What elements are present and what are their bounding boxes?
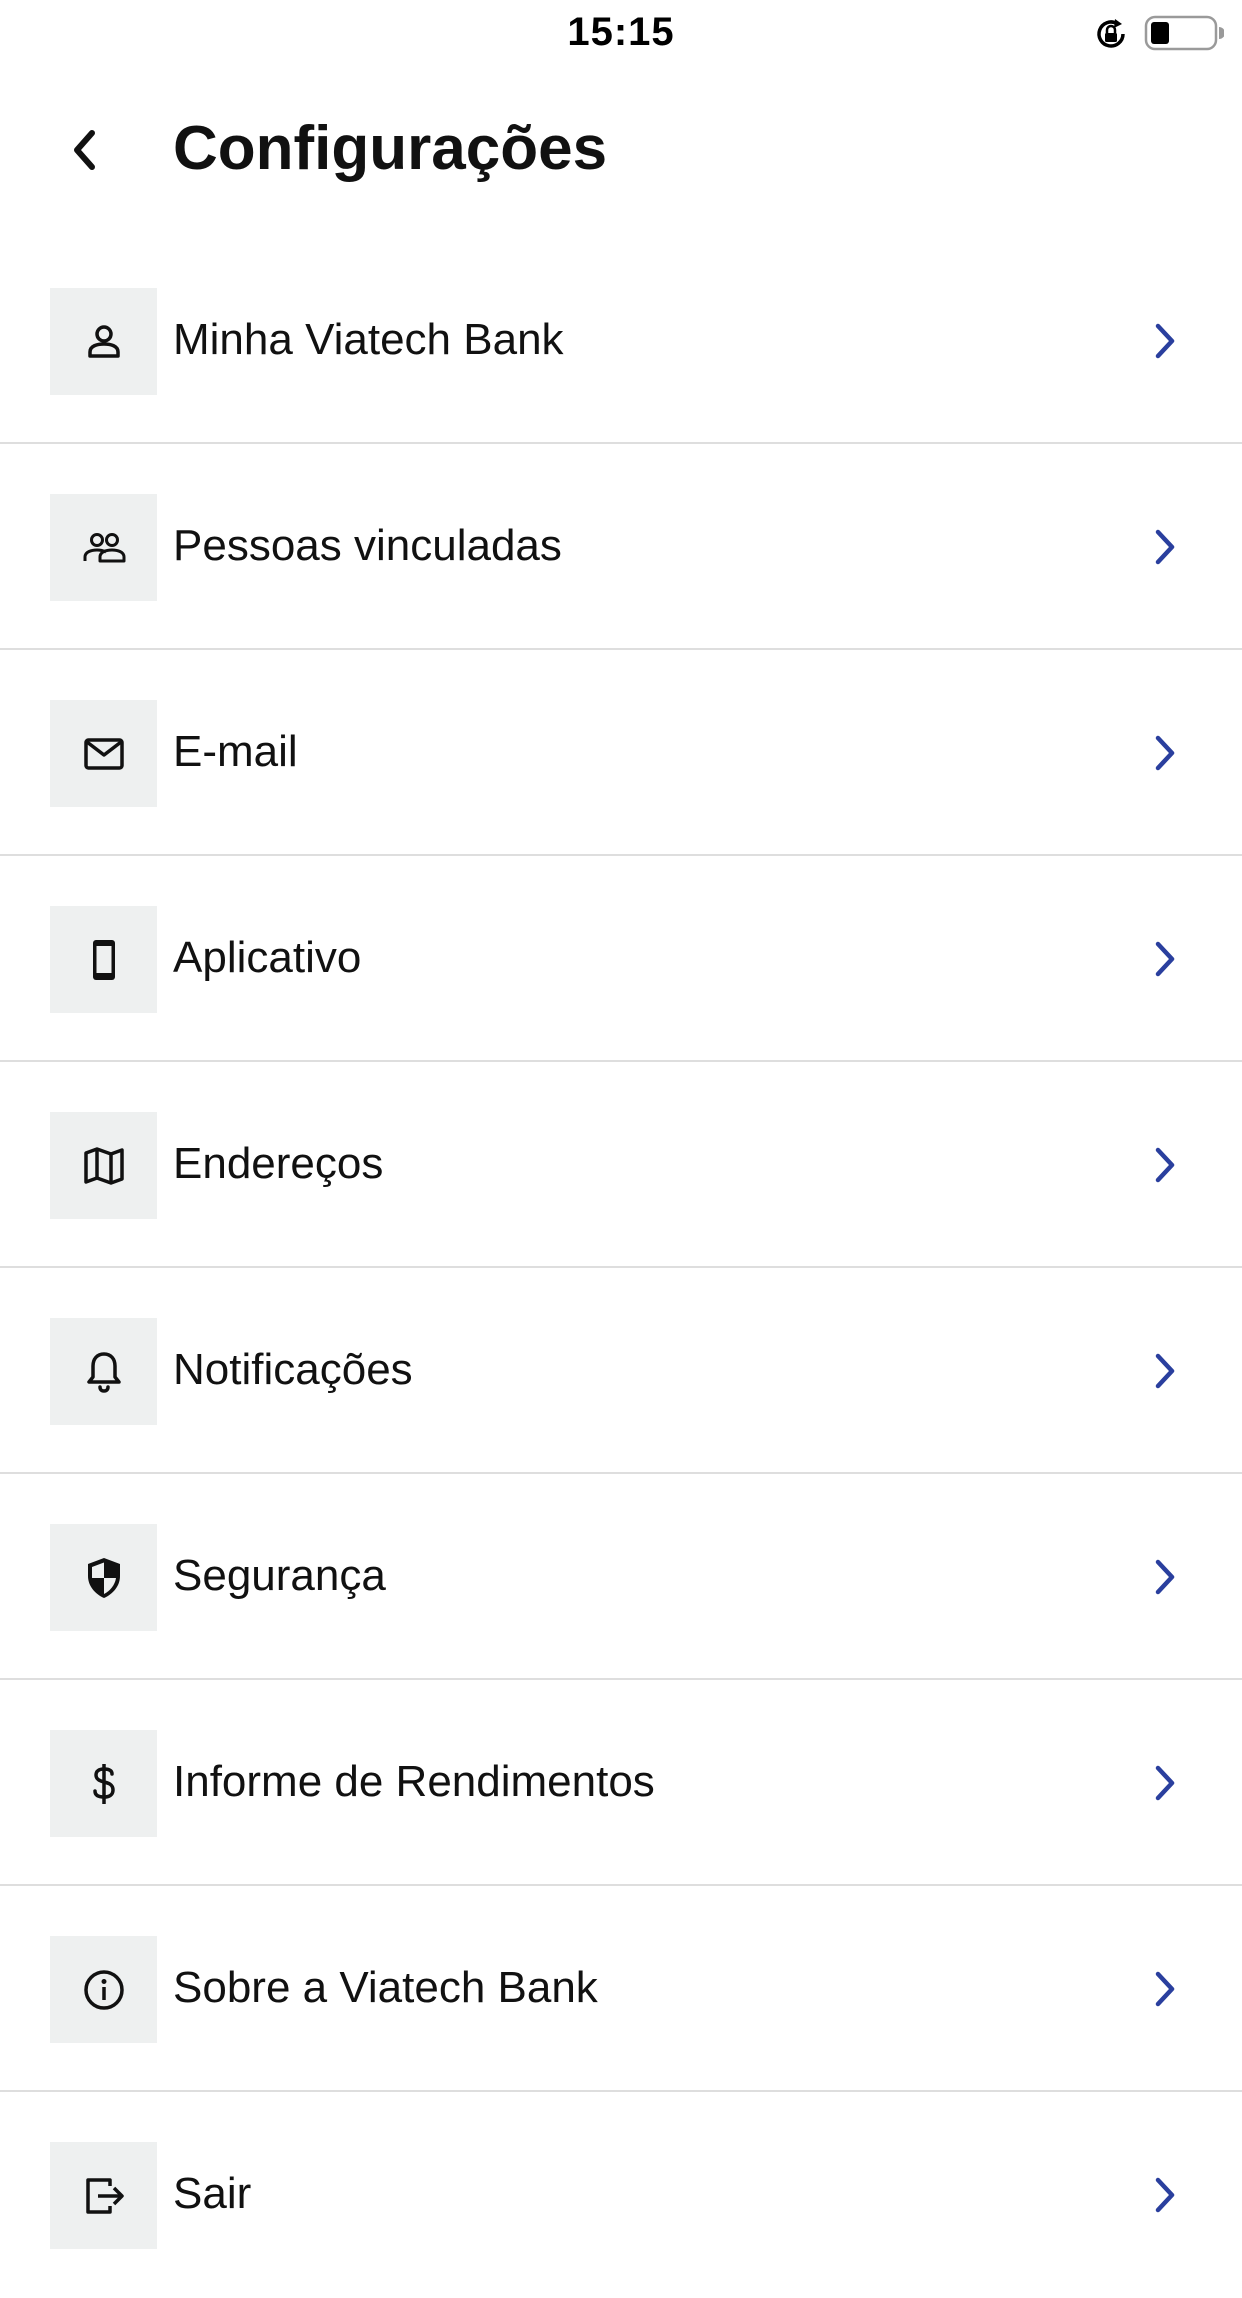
icon-container (50, 1318, 157, 1425)
icon-container (50, 1524, 157, 1631)
dollar-icon (92, 1763, 115, 1804)
chevron-right-icon (1155, 1353, 1175, 1389)
menu-item-label: Aplicativo (173, 933, 362, 982)
smartphone-icon (92, 939, 115, 980)
header: Configurações (0, 100, 1242, 210)
menu-item-label: Endereços (173, 1139, 384, 1188)
menu-item-sobre-a-viatech-bank[interactable]: Sobre a Viatech Bank (0, 1886, 1242, 2092)
page-title: Configurações (173, 114, 608, 183)
icon-container (50, 494, 157, 601)
bell-icon (86, 1351, 121, 1393)
menu-item-minha-viatech-bank[interactable]: Minha Viatech Bank (0, 238, 1242, 444)
mail-icon (83, 737, 124, 770)
chevron-right-icon (1155, 2177, 1175, 2213)
chevron-right-icon (1155, 1559, 1175, 1595)
settings-menu: Minha Viatech Bank Pessoas vinculadas E-… (0, 238, 1242, 2298)
chevron-right-icon (1155, 1147, 1175, 1183)
info-icon (83, 1969, 124, 2010)
icon-container (50, 1112, 157, 1219)
status-time: 15:15 (567, 10, 675, 54)
map-icon (83, 1146, 124, 1185)
icon-container (50, 700, 157, 807)
icon-container (50, 288, 157, 395)
menu-item-informe-de-rendimentos[interactable]: Informe de Rendimentos (0, 1680, 1242, 1886)
chevron-right-icon (1155, 1765, 1175, 1801)
menu-item-seguranca[interactable]: Segurança (0, 1474, 1242, 1680)
chevron-right-icon (1155, 323, 1175, 359)
icon-container (50, 2142, 157, 2249)
people-icon (83, 532, 125, 562)
chevron-left-icon (74, 130, 95, 170)
menu-item-label: Segurança (173, 1551, 386, 1600)
menu-item-enderecos[interactable]: Endereços (0, 1062, 1242, 1268)
menu-item-notificacoes[interactable]: Notificações (0, 1268, 1242, 1474)
rotation-lock-icon (1097, 19, 1125, 48)
menu-item-label: Informe de Rendimentos (173, 1757, 655, 1806)
logout-icon (85, 2177, 124, 2214)
chevron-right-icon (1155, 1971, 1175, 2007)
menu-item-pessoas-vinculadas[interactable]: Pessoas vinculadas (0, 444, 1242, 650)
status-bar: 15:15 (0, 0, 1242, 66)
battery-icon (1144, 15, 1224, 51)
icon-container (50, 1730, 157, 1837)
chevron-right-icon (1155, 735, 1175, 771)
menu-item-sair[interactable]: Sair (0, 2092, 1242, 2298)
menu-item-label: E-mail (173, 727, 298, 776)
icon-container (50, 906, 157, 1013)
person-icon (87, 324, 120, 358)
shield-icon (87, 1557, 120, 1598)
chevron-right-icon (1155, 529, 1175, 565)
back-button[interactable] (55, 120, 115, 180)
menu-item-label: Sair (173, 2169, 252, 2218)
menu-item-aplicativo[interactable]: Aplicativo (0, 856, 1242, 1062)
menu-item-label: Sobre a Viatech Bank (173, 1963, 598, 2012)
menu-item-e-mail[interactable]: E-mail (0, 650, 1242, 856)
menu-item-label: Notificações (173, 1345, 413, 1394)
chevron-right-icon (1155, 941, 1175, 977)
menu-item-label: Pessoas vinculadas (173, 521, 562, 570)
icon-container (50, 1936, 157, 2043)
menu-item-label: Minha Viatech Bank (173, 315, 564, 364)
